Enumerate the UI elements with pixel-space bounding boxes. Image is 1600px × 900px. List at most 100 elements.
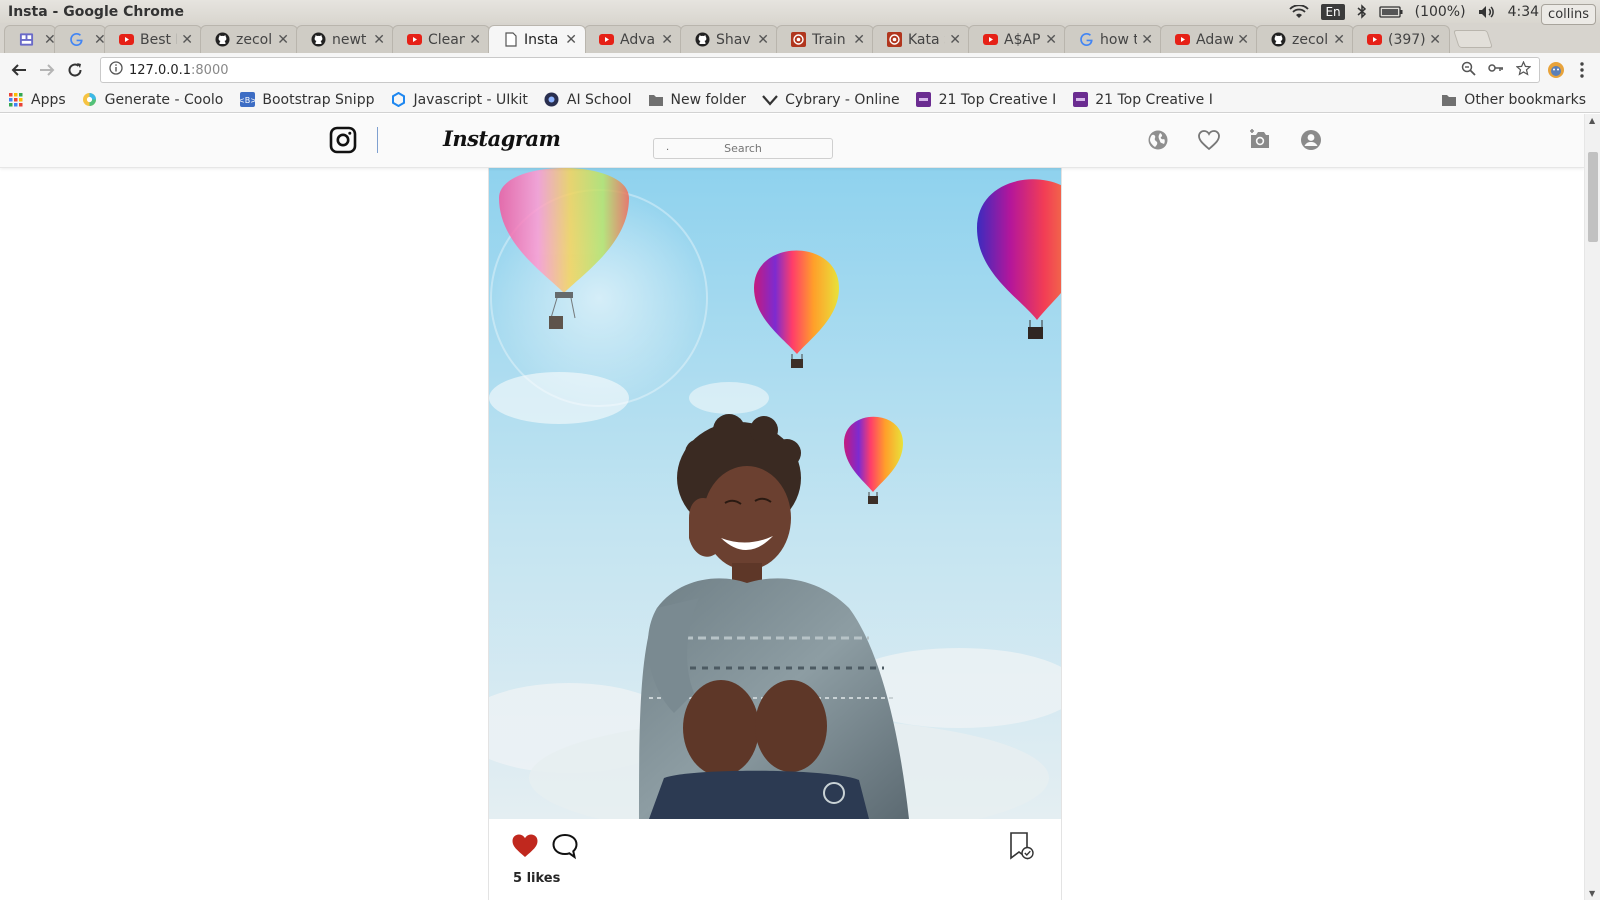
balloons-portrait-illustration xyxy=(489,168,1061,819)
tab-label: Clean xyxy=(428,31,466,48)
tab-close-icon[interactable]: ✕ xyxy=(1141,32,1153,48)
address-bar[interactable]: 127.0.0.1:8000 xyxy=(100,57,1540,83)
instagram-camera-logo-icon[interactable] xyxy=(329,126,357,154)
instagram-navbar: Instagram . xyxy=(0,114,1584,168)
browser-tab[interactable]: Kata S✕ xyxy=(872,25,970,53)
youtube-icon xyxy=(599,32,614,47)
save-bookmark-icon[interactable] xyxy=(1008,831,1036,861)
github-icon xyxy=(311,32,326,47)
bookmark-label: Javascript - UIkit xyxy=(413,91,528,108)
post-photo[interactable] xyxy=(489,168,1061,819)
tab-active[interactable]: Insta ✕ xyxy=(488,25,586,53)
bookmark-item[interactable]: 21 Top Creative I xyxy=(916,92,1056,108)
bookmark-item[interactable]: AI School xyxy=(544,92,632,108)
bookmark-item[interactable]: Cybrary - Online xyxy=(762,92,900,108)
like-heart-icon[interactable] xyxy=(511,833,539,859)
google-icon xyxy=(69,32,84,47)
tab-close-icon[interactable]: ✕ xyxy=(661,32,673,48)
youtube-icon xyxy=(1367,32,1382,47)
tab-label: Shav xyxy=(716,31,751,48)
svg-text:<B>: <B> xyxy=(240,96,255,105)
bookmark-item[interactable]: Javascript - UIkit xyxy=(390,91,528,108)
instagram-wordmark[interactable]: Instagram xyxy=(443,126,561,151)
bookmark-item[interactable]: <B> Bootstrap Snipp xyxy=(239,92,374,108)
keyboard-language-indicator[interactable]: En xyxy=(1321,3,1345,20)
browser-tab[interactable]: ✕ xyxy=(4,25,56,53)
bluetooth-icon[interactable] xyxy=(1357,4,1367,19)
youtube-icon xyxy=(983,32,998,47)
add-photo-camera-icon[interactable] xyxy=(1248,128,1272,152)
scroll-down-arrow-icon[interactable]: ▼ xyxy=(1589,889,1595,898)
tab-close-icon[interactable]: ✕ xyxy=(469,32,481,48)
os-top-bar: Insta - Google Chrome En (100%) 4:34 PM xyxy=(0,0,1600,23)
browser-tab[interactable]: zecoll ✕ xyxy=(200,25,298,53)
bookmark-item[interactable]: 21 Top Creative I xyxy=(1072,92,1213,108)
codewars-icon xyxy=(791,32,806,47)
key-icon[interactable] xyxy=(1488,62,1504,78)
document-icon xyxy=(503,32,518,47)
likes-count[interactable]: 5 likes xyxy=(513,871,560,886)
github-icon xyxy=(695,32,710,47)
uikit-icon xyxy=(390,92,406,108)
tab-close-icon[interactable]: ✕ xyxy=(181,32,193,48)
tab-label: zecoll xyxy=(236,31,274,48)
explore-globe-icon[interactable] xyxy=(1146,128,1170,152)
browser-tab[interactable]: zecoll ✕ xyxy=(1256,25,1354,53)
tab-close-icon[interactable]: ✕ xyxy=(949,32,961,48)
browser-tab[interactable]: (397) ✕ xyxy=(1352,25,1450,53)
tab-label: Kata S xyxy=(908,31,945,48)
page-viewport: Instagram . xyxy=(0,114,1584,900)
browser-tab[interactable]: Adva ✕ xyxy=(584,25,682,53)
site-info-icon[interactable] xyxy=(109,61,123,79)
tab-close-icon[interactable]: ✕ xyxy=(853,32,865,48)
browser-tab[interactable]: ✕ xyxy=(54,25,106,53)
scroll-up-arrow-icon[interactable]: ▲ xyxy=(1589,116,1595,125)
browser-tab[interactable]: how t ✕ xyxy=(1064,25,1162,53)
search-input[interactable] xyxy=(653,138,833,159)
github-icon xyxy=(1271,32,1286,47)
extension-avatar-icon[interactable] xyxy=(1546,60,1566,80)
youtube-icon xyxy=(1175,32,1190,47)
feed-post: 5 likes xyxy=(488,168,1062,900)
battery-icon[interactable] xyxy=(1378,5,1403,18)
profile-button[interactable]: collins xyxy=(1541,4,1596,25)
profile-account-icon[interactable] xyxy=(1299,128,1323,152)
bookmark-item[interactable]: Apps xyxy=(8,92,66,108)
window-title: Insta - Google Chrome xyxy=(8,3,184,20)
bookmarks-bar: Apps Generate - Coolo <B> Bootstrap Snipp Ja… xyxy=(0,87,1600,113)
bookmark-item[interactable]: Generate - Coolo xyxy=(82,92,223,108)
tab-close-icon[interactable]: ✕ xyxy=(757,32,769,48)
tab-close-icon[interactable]: ✕ xyxy=(373,32,385,48)
scrollbar-thumb[interactable] xyxy=(1588,152,1598,242)
other-bookmarks-folder[interactable]: Other bookmarks xyxy=(1441,92,1586,108)
reload-icon[interactable] xyxy=(64,59,86,81)
app-launcher-icon xyxy=(19,32,34,47)
new-tab-button[interactable] xyxy=(1453,30,1493,48)
bookmark-star-icon[interactable] xyxy=(1515,59,1532,80)
browser-tab[interactable]: A$AP ✕ xyxy=(968,25,1066,53)
search-cursor-dot: . xyxy=(666,142,670,153)
browser-tab[interactable]: Adaw ✕ xyxy=(1160,25,1258,53)
tab-close-icon[interactable]: ✕ xyxy=(565,32,577,48)
tab-close-icon[interactable]: ✕ xyxy=(1429,32,1441,48)
tab-close-icon[interactable]: ✕ xyxy=(1237,32,1249,48)
comment-bubble-icon[interactable] xyxy=(551,832,579,860)
zoom-icon[interactable] xyxy=(1461,61,1476,80)
back-arrow-icon[interactable] xyxy=(8,59,30,81)
browser-tab[interactable]: Train ✕ xyxy=(776,25,874,53)
wifi-icon[interactable] xyxy=(1289,4,1310,19)
volume-icon[interactable] xyxy=(1478,5,1496,19)
heart-activity-icon[interactable] xyxy=(1197,128,1221,152)
browser-tab[interactable]: Clean ✕ xyxy=(392,25,490,53)
browser-tab[interactable]: Best I ✕ xyxy=(104,25,202,53)
bookmark-item[interactable]: New folder xyxy=(648,92,746,108)
tab-close-icon[interactable]: ✕ xyxy=(1045,32,1057,48)
ai-school-icon xyxy=(544,92,560,108)
browser-tab[interactable]: Shav ✕ xyxy=(680,25,778,53)
tab-close-icon[interactable]: ✕ xyxy=(1333,32,1345,48)
menu-kebab-icon[interactable] xyxy=(1572,60,1592,80)
forward-arrow-icon[interactable] xyxy=(36,59,58,81)
tab-close-icon[interactable]: ✕ xyxy=(277,32,289,48)
browser-tab[interactable]: newt ✕ xyxy=(296,25,394,53)
page-scrollbar[interactable]: ▲ ▼ xyxy=(1584,114,1600,900)
